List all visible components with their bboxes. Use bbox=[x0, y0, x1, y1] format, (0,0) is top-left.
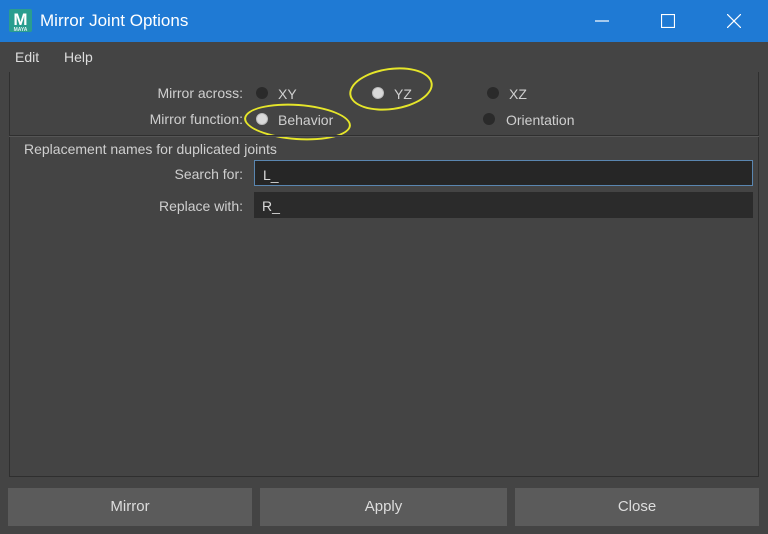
search-for-label: Search for: bbox=[174, 166, 243, 182]
app-icon-badge: MAYA bbox=[13, 27, 28, 33]
maximize-icon bbox=[661, 14, 675, 28]
section-divider-highlight bbox=[9, 136, 759, 137]
title-bar: M MAYA Mirror Joint Options bbox=[0, 0, 768, 42]
maya-app-icon: M MAYA bbox=[9, 9, 32, 33]
replace-with-label: Replace with: bbox=[158, 198, 243, 214]
menu-help[interactable]: Help bbox=[64, 49, 93, 65]
radio-xz[interactable] bbox=[487, 87, 499, 99]
radio-orientation[interactable] bbox=[483, 113, 495, 125]
search-for-field[interactable]: L_ bbox=[254, 160, 753, 186]
radio-xy-label: XY bbox=[278, 86, 297, 102]
apply-button[interactable]: Apply bbox=[260, 488, 507, 526]
mirror-function-label: Mirror function: bbox=[149, 111, 243, 127]
minimize-icon bbox=[595, 20, 609, 22]
close-icon bbox=[727, 14, 741, 28]
radio-xy[interactable] bbox=[256, 87, 268, 99]
radio-orientation-label: Orientation bbox=[506, 112, 575, 128]
radio-xz-label: XZ bbox=[509, 86, 527, 102]
replacement-section-label: Replacement names for duplicated joints bbox=[24, 141, 277, 157]
menu-edit[interactable]: Edit bbox=[15, 49, 39, 65]
minimize-button[interactable] bbox=[579, 0, 625, 42]
options-panel bbox=[9, 72, 759, 477]
mirror-button[interactable]: Mirror bbox=[8, 488, 252, 526]
close-window-button[interactable] bbox=[711, 0, 757, 42]
mirror-across-label: Mirror across: bbox=[157, 85, 243, 101]
maximize-button[interactable] bbox=[645, 0, 691, 42]
window-title: Mirror Joint Options bbox=[40, 11, 189, 30]
close-button[interactable]: Close bbox=[515, 488, 759, 526]
replace-with-field[interactable]: R_ bbox=[254, 192, 753, 218]
